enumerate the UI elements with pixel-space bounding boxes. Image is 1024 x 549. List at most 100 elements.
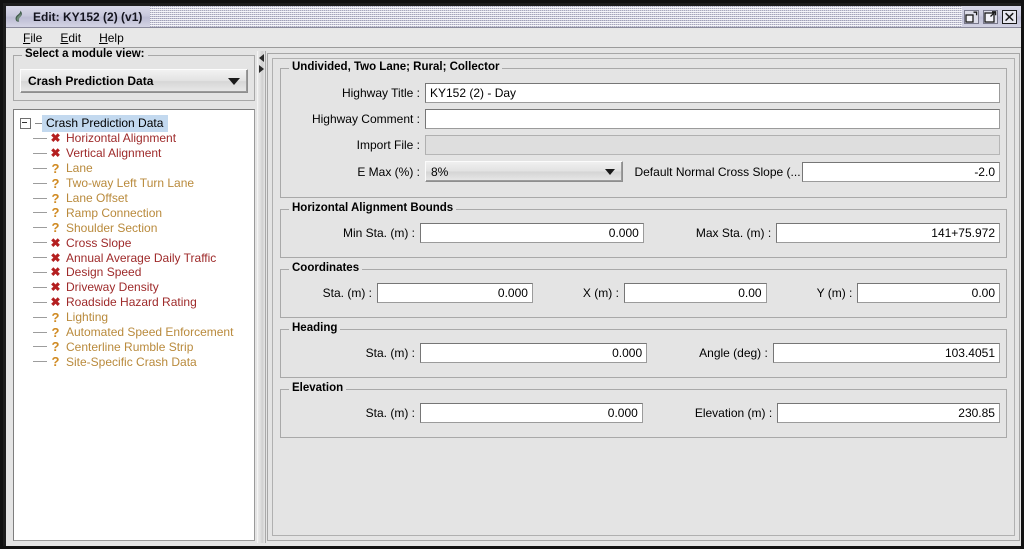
tree-root-connector	[35, 122, 42, 124]
tree-item-label: Site-Specific Crash Data	[66, 354, 197, 369]
import-file-input	[425, 135, 1000, 155]
module-tree[interactable]: Crash Prediction Data ✖ Horizontal Alignm…	[13, 109, 255, 541]
window-titlebar: Edit: KY152 (2) (v1)	[6, 6, 1021, 28]
collapse-right-arrow-icon[interactable]	[259, 65, 264, 73]
tree-item[interactable]: ✖ Design Speed	[14, 265, 254, 280]
cross-slope-input[interactable]: -2.0	[801, 161, 1000, 182]
emax-label: E Max (%) :	[357, 164, 420, 179]
warning-question-icon: ?	[51, 175, 60, 191]
tree-branch-connector	[33, 271, 47, 273]
highway-comment-label: Highway Comment :	[311, 112, 420, 126]
heading-title: Heading	[289, 322, 341, 334]
tree-item[interactable]: ✖ Vertical Alignment	[14, 146, 254, 161]
heading-group: Heading Sta. (m) : 0.000 Angle (deg) : 1…	[280, 322, 1007, 378]
tree-item-label: Annual Average Daily Traffic	[66, 250, 217, 265]
tree-item[interactable]: ? Lane	[14, 161, 254, 176]
coord-y-label: Y (m) :	[816, 286, 853, 300]
heading-sta-input[interactable]: 0.000	[420, 343, 648, 363]
tree-item[interactable]: ? Site-Specific Crash Data	[14, 354, 254, 369]
error-x-icon: ✖	[50, 235, 61, 250]
tree-item[interactable]: ? Centerline Rumble Strip	[14, 339, 254, 354]
coord-x-label: X (m) :	[582, 286, 619, 300]
collapse-left-arrow-icon[interactable]	[259, 54, 264, 62]
min-sta-input[interactable]: 0.000	[420, 223, 644, 243]
min-sta-label: Min Sta. (m) :	[342, 226, 415, 240]
tree-item[interactable]: ? Lighting	[14, 310, 254, 325]
import-file-label: Import File :	[356, 138, 420, 152]
elevation-value-input[interactable]: 230.85	[777, 403, 1000, 423]
coord-x-input[interactable]: 0.00	[623, 283, 767, 303]
menu-edit[interactable]: Edit	[51, 29, 90, 47]
tree-item[interactable]: ✖ Roadside Hazard Rating	[14, 295, 254, 310]
heading-angle-input[interactable]: 103.4051	[772, 343, 1000, 363]
general-group-title: Undivided, Two Lane; Rural; Collector	[289, 61, 503, 73]
highway-title-row: Highway Title : KY152 (2) - Day	[287, 83, 1000, 103]
content-area: Select a module view: Crash Prediction D…	[6, 48, 1021, 546]
module-view-combo[interactable]: Crash Prediction Data	[20, 69, 248, 93]
tree-item[interactable]: ? Shoulder Section	[14, 220, 254, 235]
minimize-button[interactable]	[964, 9, 979, 24]
elevation-sta-input[interactable]: 0.000	[420, 403, 643, 423]
tree-item[interactable]: ✖ Horizontal Alignment	[14, 131, 254, 146]
tree-collapse-icon[interactable]	[20, 117, 31, 129]
tree-item[interactable]: ? Lane Offset	[14, 191, 254, 206]
max-sta-input[interactable]: 141+75.972	[776, 223, 1000, 243]
tree-item-label: Cross Slope	[66, 235, 132, 250]
error-x-icon: ✖	[50, 146, 61, 161]
tree-branch-connector	[33, 137, 47, 139]
error-x-icon: ✖	[50, 280, 61, 295]
emax-combo-value: 8%	[431, 164, 449, 179]
tree-item-label: Vertical Alignment	[66, 146, 162, 161]
highway-title-input[interactable]: KY152 (2) - Day	[425, 83, 1000, 103]
tree-branch-connector	[33, 212, 47, 214]
module-view-group: Select a module view: Crash Prediction D…	[13, 48, 255, 101]
tree-item[interactable]: ? Ramp Connection	[14, 205, 254, 220]
tree-branch-connector	[33, 197, 47, 199]
tree-branch-connector	[33, 361, 47, 363]
tree-item[interactable]: ✖ Driveway Density	[14, 280, 254, 295]
coord-sta-input[interactable]: 0.000	[377, 283, 533, 303]
error-x-icon: ✖	[50, 250, 61, 265]
tree-item-label: Lane Offset	[66, 191, 128, 205]
heading-sta-label: Sta. (m) :	[365, 346, 415, 360]
tree-root-node[interactable]: Crash Prediction Data	[14, 114, 254, 132]
tree-branch-connector	[33, 331, 47, 333]
elevation-value-label: Elevation (m) :	[694, 406, 773, 420]
tree-item[interactable]: ? Automated Speed Enforcement	[14, 325, 254, 340]
split-pane-collapse-arrows	[258, 54, 265, 73]
elevation-row: Sta. (m) : 0.000 Elevation (m) : 230.85	[287, 403, 1000, 423]
sidebar-pane: Select a module view: Crash Prediction D…	[9, 48, 257, 543]
tree-item[interactable]: ✖ Annual Average Daily Traffic	[14, 250, 254, 265]
coord-y-input[interactable]: 0.00	[857, 283, 1001, 303]
menu-file[interactable]: File	[14, 29, 51, 47]
maximize-button[interactable]	[983, 9, 998, 24]
warning-question-icon: ?	[51, 205, 60, 221]
close-button[interactable]	[1002, 9, 1017, 24]
tree-item[interactable]: ? Two-way Left Turn Lane	[14, 176, 254, 191]
cross-slope-label: Default Normal Cross Slope (...	[634, 164, 801, 179]
tree-item-label: Design Speed	[66, 265, 142, 280]
chevron-down-icon	[228, 77, 240, 85]
warning-question-icon: ?	[51, 339, 60, 355]
detail-pane: Undivided, Two Lane; Rural; Collector Hi…	[267, 53, 1020, 541]
tree-branch-connector	[33, 257, 47, 259]
emax-combo[interactable]: 8%	[425, 161, 624, 182]
tree-item[interactable]: ✖ Cross Slope	[14, 235, 254, 250]
tree-item-label: Centerline Rumble Strip	[66, 339, 194, 354]
warning-question-icon: ?	[51, 220, 60, 236]
highway-comment-input[interactable]	[425, 109, 1000, 129]
tree-branch-connector	[33, 346, 47, 348]
tree-item-list: ✖ Horizontal Alignment ✖ Vertical Alignment…	[14, 131, 254, 369]
titlebar-texture	[150, 6, 962, 27]
module-view-group-title: Select a module view:	[22, 48, 148, 60]
tree-item-label: Lighting	[66, 310, 109, 325]
coordinates-row: Sta. (m) : 0.000 X (m) : 0.00 Y (m) : 0.…	[287, 283, 1001, 303]
max-sta-label: Max Sta. (m) :	[695, 226, 772, 240]
tree-item-label: Lane	[66, 161, 93, 176]
titlebar-left: Edit: KY152 (2) (v1)	[6, 6, 142, 27]
warning-question-icon: ?	[51, 324, 60, 340]
split-pane-divider[interactable]	[257, 51, 266, 543]
tree-item-label: Horizontal Alignment	[66, 131, 177, 146]
menu-help[interactable]: Help	[90, 29, 133, 47]
elevation-group: Elevation Sta. (m) : 0.000 Elevation (m)…	[280, 382, 1007, 438]
